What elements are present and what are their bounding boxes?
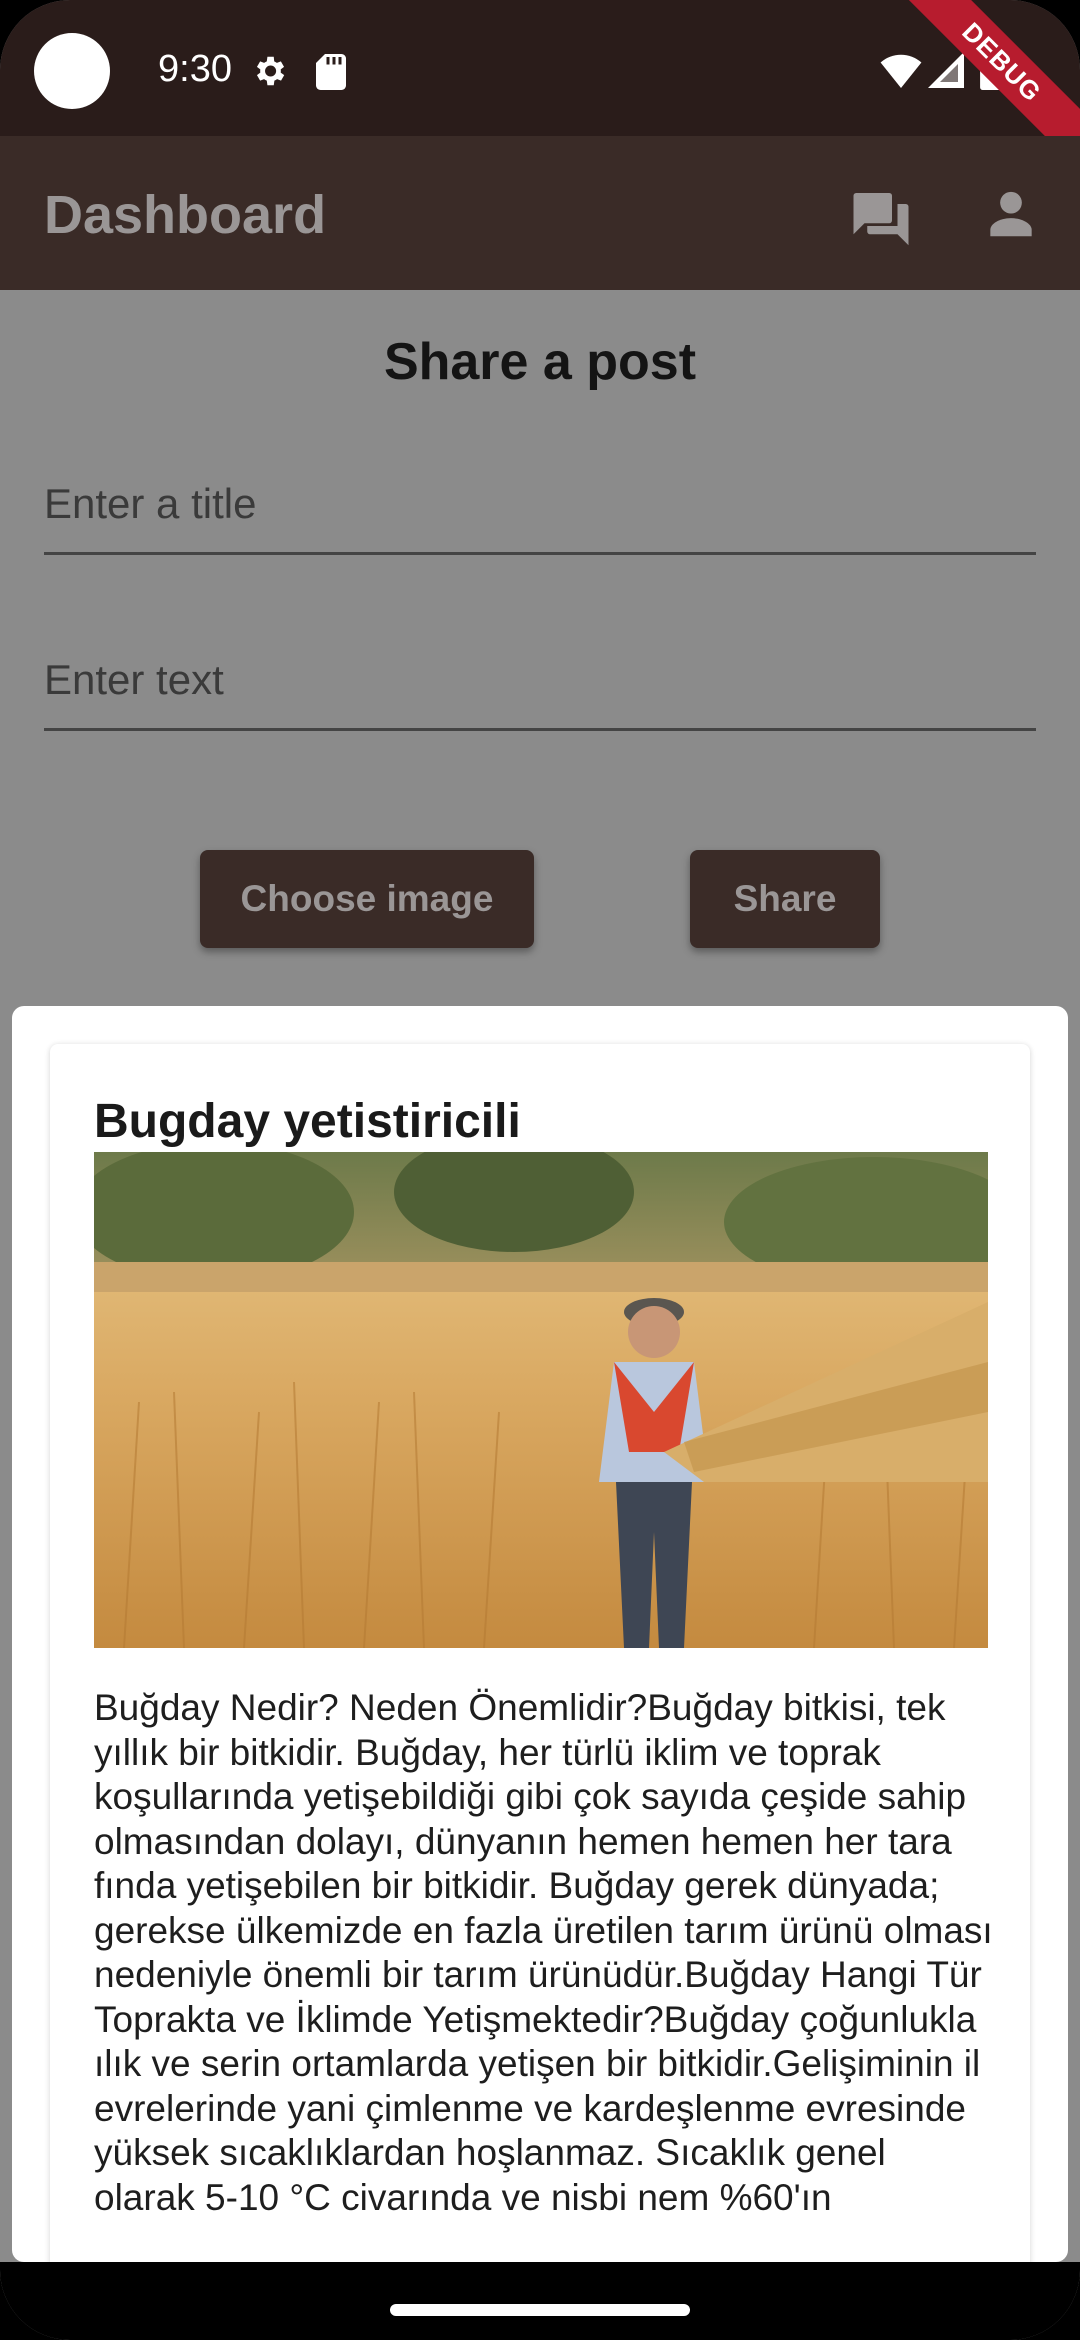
app-bar-title: Dashboard <box>44 185 327 245</box>
share-post-form: Share a post Choose image Share <box>0 290 1080 994</box>
post-card[interactable]: Bugday yetistiricili Buğday Nedir? Neden… <box>50 1044 1030 2262</box>
posts-sheet[interactable]: Bugday yetistiricili Buğday Nedir? Neden… <box>12 1006 1068 2262</box>
choose-image-button[interactable]: Choose image <box>200 850 534 948</box>
status-time: 9:30 <box>158 48 232 90</box>
title-field <box>44 456 1036 555</box>
gear-icon <box>256 56 285 86</box>
status-bar: 9:30 DEBUG <box>0 0 1080 184</box>
form-heading: Share a post <box>383 333 697 391</box>
home-indicator[interactable] <box>390 2304 690 2316</box>
text-input[interactable] <box>44 632 1036 728</box>
title-input[interactable] <box>44 456 1036 552</box>
camera-cutout <box>34 33 110 109</box>
post-image <box>94 1152 988 1648</box>
sd-card-icon <box>316 54 346 90</box>
signal-icon <box>928 52 964 88</box>
chat-icon[interactable] <box>848 182 914 248</box>
phone-screen: 9:30 DEBUG Dashboard Share a post Enter … <box>0 0 1080 2340</box>
share-button[interactable]: Share <box>690 850 880 948</box>
wheat-field-photo <box>94 1152 988 1648</box>
wifi-icon <box>880 54 922 88</box>
app-bar: Dashboard <box>0 136 1080 290</box>
post-body: Buğday Nedir? Neden Önemlidir?Buğday bit… <box>94 1687 993 2218</box>
navigation-bar <box>0 2262 1080 2340</box>
text-field <box>44 632 1036 731</box>
person-icon[interactable] <box>980 182 1042 244</box>
post-title: Bugday yetistiricili <box>94 1095 521 1148</box>
